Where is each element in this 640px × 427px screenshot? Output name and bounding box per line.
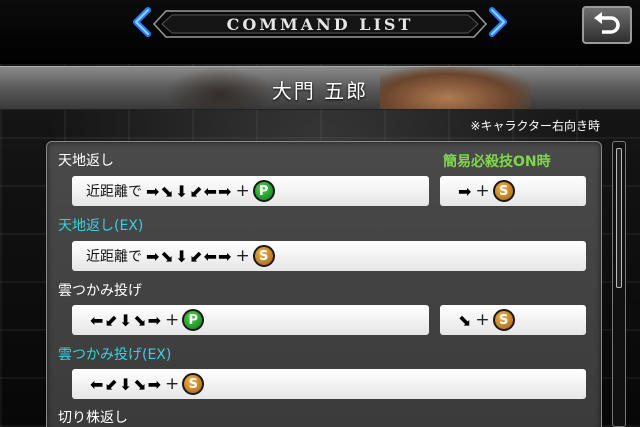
simple-command: ⬊ + S: [440, 305, 586, 335]
move-command: 近距離で ➡⬊⬇⬋⬅➡ + S: [72, 241, 586, 271]
scroll-thumb[interactable]: [616, 148, 622, 288]
direction-arrows-icon: ➡⬊⬇⬋⬅➡: [146, 246, 233, 266]
title-frame: COMMAND LIST: [152, 9, 488, 39]
move-command: ⬅⬋⬇⬊➡ + S: [72, 369, 586, 399]
command-condition: 近距離で: [86, 249, 142, 265]
p-button-icon: P: [252, 180, 275, 202]
character-bar: 大門 五郎: [0, 66, 640, 110]
direction-arrows-icon: ⬊: [458, 310, 473, 330]
direction-note: ※キャラクター右向き時: [470, 119, 600, 133]
s-button-icon: S: [492, 180, 515, 202]
character-name: 大門 五郎: [271, 78, 369, 103]
plus-sign: +: [475, 181, 490, 201]
s-button-icon: S: [492, 309, 515, 331]
plus-sign: +: [165, 310, 180, 330]
move-name: 雲つかみ投げ: [58, 283, 142, 299]
s-button-icon: S: [182, 373, 205, 395]
return-arrow-icon: [594, 12, 620, 34]
plus-sign: +: [165, 374, 180, 394]
previous-character-button[interactable]: [126, 6, 158, 38]
direction-arrows-icon: ⬅⬋⬇⬊➡: [90, 310, 163, 330]
plus-sign: +: [475, 310, 490, 330]
move-name: 天地返し(EX): [58, 218, 144, 234]
simple-special-header: 簡易必殺技ON時: [443, 154, 551, 170]
next-character-button[interactable]: [482, 6, 514, 38]
plus-sign: +: [235, 246, 250, 266]
p-button-icon: P: [182, 309, 205, 331]
simple-command: ➡ + S: [440, 176, 586, 206]
move-name: 雲つかみ投げ(EX): [58, 347, 172, 363]
back-button[interactable]: [582, 6, 632, 44]
direction-arrows-icon: ➡⬊⬇⬋⬅➡: [146, 181, 233, 201]
direction-arrows-icon: ➡: [458, 181, 473, 201]
s-button-icon: S: [252, 245, 275, 267]
chevron-left-icon: [133, 7, 151, 37]
header-bar: COMMAND LIST: [0, 0, 640, 64]
command-condition: 近距離で: [86, 184, 142, 200]
move-command: ⬅⬋⬇⬊➡ + P: [72, 305, 429, 335]
direction-arrows-icon: ⬅⬋⬇⬊➡: [90, 374, 163, 394]
scrollbar[interactable]: [612, 141, 626, 427]
move-name: 天地返し: [58, 153, 114, 169]
move-command: 近距離で ➡⬊⬇⬋⬅➡ + P: [72, 176, 429, 206]
plus-sign: +: [235, 181, 250, 201]
move-name: 切り株返し: [58, 410, 128, 426]
page-title: COMMAND LIST: [226, 14, 414, 34]
chevron-right-icon: [489, 7, 507, 37]
